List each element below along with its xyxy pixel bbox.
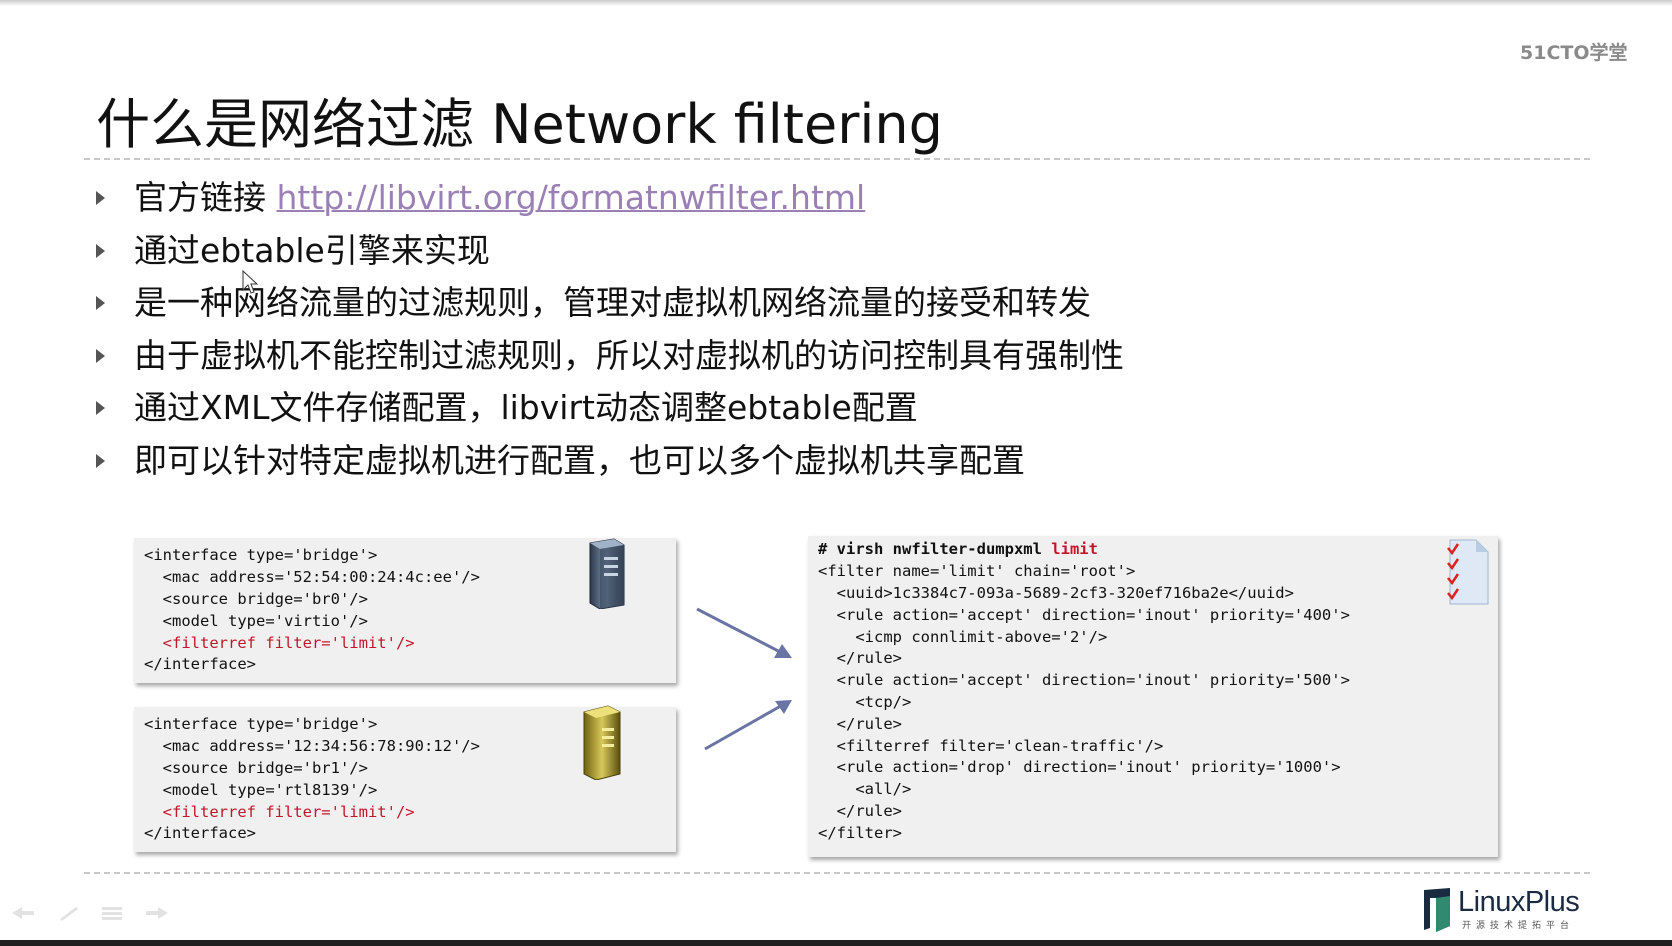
linuxplus-logo: LinuxPlus 开源技术提拓平台: [1420, 884, 1590, 932]
linuxplus-text: LinuxPlus: [1458, 886, 1580, 918]
code-line: <rule action='drop' direction='inout' pr…: [818, 758, 1341, 776]
linuxplus-logo-icon: [1424, 888, 1450, 932]
code-line: </rule>: [818, 649, 902, 667]
code-line: <source bridge='br1'/>: [144, 759, 368, 777]
arrow-right-up-icon: [704, 700, 792, 751]
bullet-text: 由于虚拟机不能控制过滤规则，所以对虚拟机的访问控制具有强制性: [134, 335, 1124, 375]
previous-slide-icon[interactable]: [10, 905, 36, 921]
code-line: <interface type='bridge'>: [144, 546, 378, 564]
pen-icon[interactable]: [56, 905, 82, 921]
bullet-text: 官方链接: [134, 178, 277, 217]
bullet-arrow-icon: [96, 191, 105, 205]
bullet-text: 通过ebtable引擎来实现: [134, 230, 490, 270]
code-line: <filterref filter='clean-traffic'/>: [818, 737, 1164, 755]
top-shadow: [0, 0, 1672, 6]
footer-divider: [84, 872, 1590, 874]
virsh-command: # virsh nwfilter-dumpxml: [818, 540, 1052, 558]
bullet-text: 通过XML文件存储配置，libvirt动态调整ebtable配置: [134, 388, 918, 427]
title-divider: [84, 158, 1590, 160]
virsh-command-arg: limit: [1051, 540, 1098, 558]
code-line: </interface>: [144, 655, 256, 673]
bullet-arrow-icon: [96, 453, 105, 468]
code-line: <mac address='52:54:00:24:4c:ee'/>: [144, 568, 480, 586]
linuxplus-subtitle: 开源技术提拓平台: [1462, 921, 1575, 931]
menu-icon[interactable]: [100, 905, 126, 921]
brand-51cto: 51CTO学堂: [1520, 42, 1628, 64]
code-line: <mac address='12:34:56:78:90:12'/>: [144, 737, 480, 755]
nwfilter-dumpxml-output: # virsh nwfilter-dumpxml limit <filter n…: [808, 536, 1498, 857]
arrow-right-down-icon: [696, 607, 792, 658]
code-line: </rule>: [818, 715, 902, 733]
slide-title: 什么是网络过滤 Network filtering: [96, 93, 943, 156]
code-line: <filter name='limit' chain='root'>: [818, 562, 1136, 580]
code-line-filterref: <filterref filter='limit'/>: [144, 634, 415, 652]
code-line: <source bridge='br0'/>: [144, 590, 368, 608]
bullet-arrow-icon: [96, 243, 105, 258]
mouse-cursor-icon: [242, 270, 258, 294]
code-line: <model type='rtl8139'/>: [144, 781, 378, 799]
server-tower-gold-icon: [583, 705, 621, 780]
bottom-bar: [0, 940, 1672, 946]
next-slide-icon[interactable]: [144, 905, 170, 921]
code-line: <tcp/>: [818, 693, 912, 711]
code-line: <model type='virtio'/>: [144, 612, 368, 630]
code-line: <interface type='bridge'>: [144, 715, 378, 733]
bullet-arrow-icon: [96, 401, 105, 415]
checklist-document-icon: [1447, 539, 1489, 605]
code-line: <uuid>1c3384c7-093a-5689-2cf3-320ef716ba…: [818, 584, 1294, 602]
code-line: <all/>: [818, 780, 912, 798]
code-line: </filter>: [818, 824, 902, 842]
bullet-arrow-icon: [96, 296, 105, 310]
code-line-filterref: <filterref filter='limit'/>: [144, 803, 415, 821]
code-line: <rule action='accept' direction='inout' …: [818, 606, 1350, 624]
slide: 51CTO学堂 什么是网络过滤 Network filtering 官方链接 h…: [0, 0, 1672, 940]
official-link[interactable]: http://libvirt.org/formatnwfilter.html: [277, 178, 866, 217]
code-line: <rule action='accept' direction='inout' …: [818, 671, 1350, 689]
code-line: </interface>: [144, 824, 256, 842]
bullet-text: 是一种网络流量的过滤规则，管理对虚拟机网络流量的接受和转发: [134, 283, 1091, 322]
bullet-arrow-icon: [96, 348, 105, 363]
code-line: </rule>: [818, 802, 902, 820]
code-line: <icmp connlimit-above='2'/>: [818, 628, 1108, 646]
bullet-text: 即可以针对特定虚拟机进行配置，也可以多个虚拟机共享配置: [134, 440, 1025, 480]
server-tower-icon: [589, 538, 625, 609]
